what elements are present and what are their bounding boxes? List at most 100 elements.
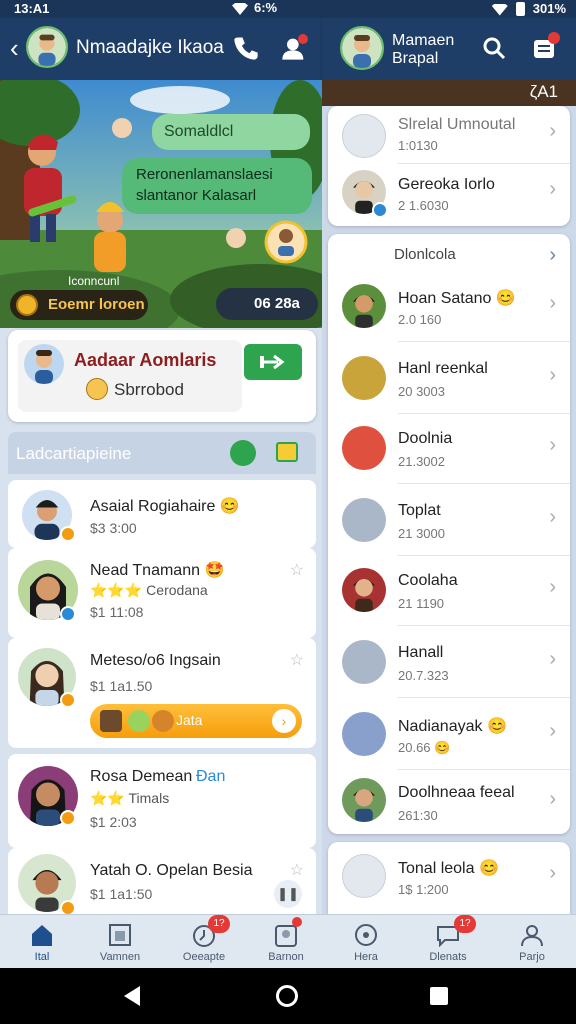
item-name: Nadianayak 😊	[398, 718, 507, 735]
list-item[interactable]: Slrelal Umnoutal 1:0130 ›	[328, 106, 570, 164]
list-item[interactable]: Coolaha 21 1190 ›	[328, 556, 570, 626]
item-sub: 2.0 160	[398, 312, 442, 327]
contact-price: $1 1a1.50	[90, 678, 153, 694]
leaf-icon[interactable]	[230, 440, 256, 466]
nav-item[interactable]: Vamnen	[78, 915, 162, 969]
chevron-right-icon: ›	[549, 434, 556, 456]
list-item[interactable]: Hanl reenkal 20 3003 ›	[328, 342, 570, 414]
chevron-right-icon: ›	[549, 648, 556, 670]
search-icon[interactable]	[482, 36, 506, 60]
contact-meta: ⭐⭐⭐ Cerodana	[90, 582, 208, 598]
list-item[interactable]: Hanall 20.7.323 ›	[328, 626, 570, 698]
recents-icon[interactable]	[430, 987, 448, 1005]
game-banner: Somaldlcl arpanlen Reronenlamanslaesi sl…	[0, 80, 322, 328]
bubble-line: slantanor Kalasarl	[136, 187, 257, 204]
list-item[interactable]: Meteso/o6 Ingsain $1 1a1.50 ☆ Jata ›	[8, 638, 316, 748]
phone-icon[interactable]	[232, 34, 260, 62]
back-icon[interactable]	[124, 986, 140, 1006]
back-icon[interactable]: ‹	[10, 34, 19, 62]
item-sub: 1$ 1:200	[398, 882, 449, 897]
nav-label: Ital	[34, 951, 50, 963]
nav-label: Barnon	[268, 951, 304, 963]
section-header: Ladcartiapieine	[8, 432, 316, 474]
avatar[interactable]	[340, 26, 384, 70]
contact-tag: Đаn	[196, 768, 226, 785]
nav-home[interactable]: Ital	[0, 915, 84, 969]
pause-icon[interactable]: ❚❚	[274, 880, 302, 908]
nav-item[interactable]: 1? Oeeapte	[162, 915, 246, 969]
notification-badge: 1?	[454, 915, 476, 933]
nav-item[interactable]: Hera	[324, 915, 408, 969]
item-sub: 2 1.6030	[398, 198, 449, 213]
share-button[interactable]	[244, 344, 302, 380]
star-icon[interactable]: ☆	[290, 650, 304, 670]
status-badge	[60, 692, 76, 708]
add-user-icon[interactable]	[280, 34, 308, 62]
notification-dot	[298, 34, 308, 44]
list-item[interactable]: Tonal leola 😊 1$ 1:200 ›	[328, 842, 570, 914]
list-item[interactable]: Asaial Rogiahaire 😊 $3 3:00	[8, 480, 316, 548]
chevron-right-icon: ›	[549, 178, 556, 200]
chevron-right-icon: ›	[549, 364, 556, 386]
item-sub: 20 3003	[398, 384, 445, 399]
item-name: Tonal leola 😊	[398, 860, 499, 877]
star-icon[interactable]: ☆	[290, 860, 304, 880]
chevron-right-icon[interactable]: ›	[549, 244, 556, 267]
nav-label: Vamnen	[99, 951, 141, 963]
item-name: Hanall	[398, 644, 444, 661]
chevron-right-icon: ›	[549, 862, 556, 884]
star-icon[interactable]: ☆	[290, 560, 304, 580]
score-pill[interactable]: 06 28a	[216, 288, 318, 320]
battery-text: 6:%	[254, 0, 278, 15]
contact-price: $3 3:00	[90, 520, 137, 536]
list-item[interactable]: Hoan Satano 😊 2.0 160 ›	[328, 270, 570, 342]
face-icon	[128, 710, 150, 732]
status-bar: 13:A1 6:% 301%	[0, 0, 576, 18]
list-item[interactable]: Doolhneaa feeal 261:30 ›	[328, 770, 570, 832]
activity-progress[interactable]: Jata ›	[90, 704, 302, 738]
promo-card[interactable]: Aadaar Aomlaris Sbrrobod	[8, 330, 316, 422]
notification-dot	[292, 917, 302, 927]
contact-name: Nead Tnamann 🤩	[90, 562, 225, 579]
wifi-icon	[491, 3, 508, 16]
battery-text-right: 301%	[532, 0, 566, 16]
system-nav-bar	[0, 968, 576, 1024]
list-item[interactable]: Rosa Demean Đаn ⭐⭐ Timals $1 2:03	[8, 754, 316, 848]
character-label: Iconncunl	[68, 274, 120, 288]
location-icon	[355, 924, 377, 946]
item-sub: 1:0130	[398, 138, 438, 153]
banner-strip: ζΑ1	[322, 80, 576, 106]
chat-bubble: Somaldlcl arpanlen	[152, 114, 310, 176]
list-item[interactable]: Gereoka Iorlo 2 1.6030 ›	[328, 164, 570, 224]
nav-item[interactable]: 1? Dlenats	[406, 915, 490, 969]
bottom-list-card: Tonal leola 😊 1$ 1:200 ›	[328, 842, 570, 914]
list-item[interactable]: Nead Tnamann 🤩 ⭐⭐⭐ Cerodana $1 11:08 ☆	[8, 548, 316, 638]
arrow-right-icon[interactable]: ›	[272, 709, 296, 733]
menu-icon[interactable]	[532, 32, 560, 60]
item-sub: 261:30	[398, 808, 438, 823]
verified-badge	[372, 202, 388, 218]
calendar-icon[interactable]	[276, 442, 298, 462]
chevron-right-icon: ›	[549, 506, 556, 528]
list-item[interactable]: Yatah O. Opelan Besia $1 1a1:50 ☆ ❚❚	[8, 848, 316, 916]
nav-label: Hera	[354, 951, 378, 963]
printer-icon	[342, 356, 386, 400]
promo-title: Aadaar Aomlaris	[74, 350, 217, 370]
list-item[interactable]: Toplat 21 3000 ›	[328, 484, 570, 556]
avatar	[342, 284, 386, 328]
game-thumb-icon	[100, 710, 122, 732]
coins-pill[interactable]: Eoemr loroen	[10, 290, 148, 320]
chevron-right-icon: ›	[549, 720, 556, 742]
item-name: Toplat	[398, 502, 441, 519]
list-item[interactable]: Doolnia 21.3002 ›	[328, 414, 570, 484]
nav-item[interactable]: Barnon	[244, 915, 328, 969]
avatar[interactable]	[26, 26, 68, 68]
home-button-icon[interactable]	[276, 985, 298, 1007]
chat-bubble-multiline: Reronenlamanslaesi slantanor Kalasarl	[122, 158, 312, 214]
bottom-nav: Ital Vamnen 1? Oeeapte Barnon Hera 1? Dl…	[0, 914, 576, 968]
contact-name: Meteso/o6 Ingsain	[90, 652, 221, 669]
item-name: Hanl reenkal	[398, 360, 488, 377]
nav-item[interactable]: Parjo	[490, 915, 574, 969]
status-badge	[60, 526, 76, 542]
list-item[interactable]: Nadianayak 😊 20.66 😊 ›	[328, 698, 570, 770]
